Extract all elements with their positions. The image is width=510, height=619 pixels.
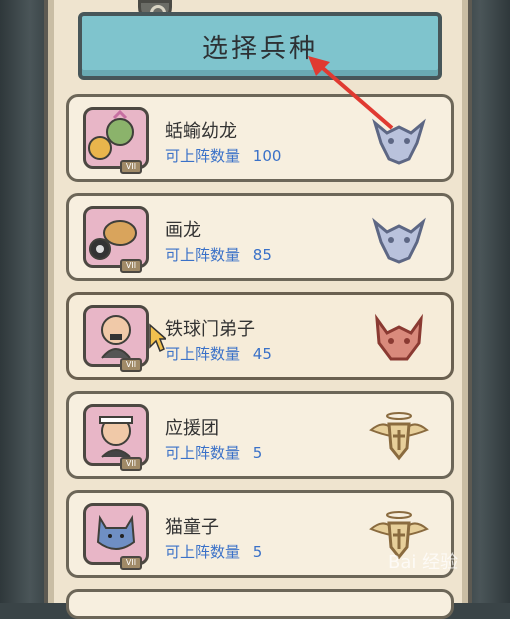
dragon-head-icon [372,217,426,264]
dragon-head-icon [372,118,426,165]
slug-dragon-icon [88,109,134,160]
watermark: Bai 经验 [388,552,459,573]
unit-name: 蛞蝓幼龙 [165,121,237,142]
unit-count: 可上阵数量 85 [165,244,272,265]
unit-avatar: VII [83,503,149,570]
cheer-squad-icon [99,416,133,458]
count-label: 可上阵数量 [165,246,241,264]
unit-card-6-partial[interactable] [66,589,454,619]
unit-count: 可上阵数量 5 [165,541,262,562]
rank-badge: VII [120,259,142,273]
unit-name: 铁球门弟子 [165,319,255,340]
unit-name: 画龙 [165,220,201,241]
unit-card-3[interactable]: VII 铁球门弟子 可上阵数量 45 [66,292,454,380]
unit-count: 可上阵数量 5 [165,442,262,463]
unit-avatar: VII [83,404,149,471]
unit-avatar: VII [83,305,149,372]
count-value: 45 [252,345,272,363]
unit-name: 应援团 [165,418,219,439]
title-banner: 选择兵种 [78,12,442,80]
count-value: 100 [252,147,282,165]
unit-count: 可上阵数量 100 [165,145,281,166]
demon-head-icon [375,313,423,361]
unit-count: 可上阵数量 45 [165,343,272,364]
unit-card-2[interactable]: VII 画龙 可上阵数量 85 [66,193,454,281]
unit-avatar: VII [83,107,149,174]
unit-name: 猫童子 [165,517,219,538]
count-label: 可上阵数量 [165,345,241,363]
cat-child-icon [96,514,136,550]
iron-ball-disciple-icon [101,315,131,359]
unit-card-1[interactable]: VII 蛞蝓幼龙 可上阵数量 100 [66,94,454,182]
rank-badge: VII [120,457,142,471]
mouse-cursor-icon [149,323,166,353]
count-label: 可上阵数量 [165,543,241,561]
count-label: 可上阵数量 [165,147,241,165]
unit-avatar: VII [83,206,149,273]
rank-badge: VII [120,556,142,570]
page-title: 选择兵种 [201,33,318,64]
winged-shield-icon [369,412,429,461]
painted-dragon-icon [89,220,137,260]
count-label: 可上阵数量 [165,444,241,462]
unit-card-4[interactable]: VII 应援团 可上阵数量 5 [66,391,454,479]
count-value: 5 [252,543,263,561]
rank-badge: VII [120,160,142,174]
count-value: 5 [252,444,263,462]
count-value: 85 [252,246,272,264]
rank-badge: VII [120,358,142,372]
